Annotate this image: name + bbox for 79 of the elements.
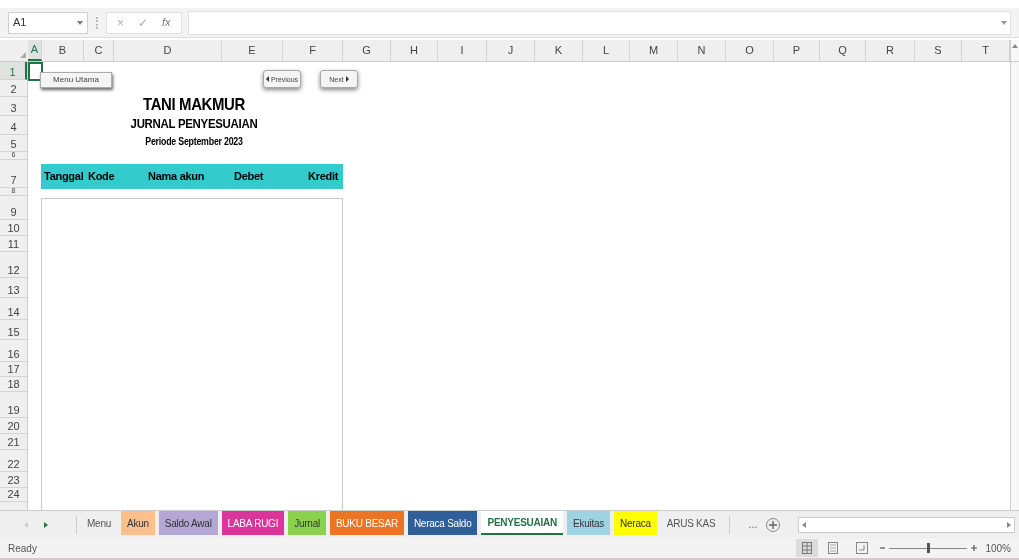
sheet-tab[interactable]: Akun <box>121 511 155 535</box>
insert-function-button[interactable]: fx <box>162 14 171 31</box>
row-header[interactable]: 5 <box>0 135 27 152</box>
row-header[interactable]: 16 <box>0 340 27 362</box>
column-header[interactable]: B <box>42 40 84 61</box>
sheet-tab[interactable]: Jurnal <box>288 511 326 535</box>
row-header[interactable]: 20 <box>0 418 27 434</box>
formula-input[interactable] <box>187 10 1011 35</box>
zoom-slider-thumb[interactable] <box>926 543 930 553</box>
sheet-tab[interactable]: ARUS KAS <box>660 511 722 535</box>
scroll-up-button[interactable] <box>1010 40 1019 61</box>
row-header[interactable]: 15 <box>0 320 27 340</box>
row-header[interactable]: 2 <box>0 80 27 97</box>
row-header[interactable]: 1 <box>0 62 27 80</box>
column-heading: Debet <box>234 169 265 185</box>
column-header[interactable]: P <box>774 40 820 61</box>
column-header[interactable]: L <box>583 40 630 61</box>
column-header[interactable]: M <box>630 40 678 61</box>
row-header[interactable]: 13 <box>0 278 27 298</box>
column-header[interactable]: E <box>222 40 283 61</box>
row-header[interactable]: 19 <box>0 392 27 418</box>
row-header[interactable]: 18 <box>0 377 27 392</box>
row-header[interactable]: 10 <box>0 220 27 236</box>
sheet-tab[interactable]: Neraca <box>614 511 657 535</box>
row-header[interactable]: 9 <box>0 196 27 220</box>
column-header[interactable]: S <box>915 40 962 61</box>
vertical-scrollbar[interactable] <box>1010 62 1019 510</box>
dropdown-caret-icon <box>77 20 83 25</box>
expand-caret-icon <box>1001 20 1007 25</box>
column-header[interactable]: H <box>391 40 438 61</box>
row-header[interactable]: 23 <box>0 472 27 488</box>
page-layout-view-icon[interactable] <box>828 542 839 554</box>
column-header[interactable]: R <box>866 40 915 61</box>
row-header[interactable]: 11 <box>0 236 27 252</box>
column-heading: Nama akun <box>147 169 206 185</box>
column-header[interactable]: Q <box>820 40 866 61</box>
row-header[interactable]: 12 <box>0 252 27 278</box>
row-header[interactable]: 24 <box>0 488 27 502</box>
column-heading: Kode <box>87 169 116 185</box>
sheet-tab[interactable]: Saldo Awal <box>158 511 218 535</box>
row-header[interactable]: 4 <box>0 116 27 135</box>
cell-reference: A1 <box>13 15 27 31</box>
row-header[interactable]: 17 <box>0 362 27 377</box>
company-title: TANI MAKMUR <box>142 96 246 113</box>
sheet-tab[interactable]: Menu <box>81 511 117 535</box>
column-header[interactable]: C <box>84 40 114 61</box>
column-heading: Tanggal <box>43 169 85 185</box>
horizontal-scrollbar[interactable] <box>797 516 1015 533</box>
row-header[interactable]: 21 <box>0 434 27 450</box>
sheet-tab[interactable]: PENYESUAIAN <box>481 511 563 535</box>
column-header[interactable]: J <box>487 40 535 61</box>
menu-button[interactable]: Menu Utama <box>40 72 112 88</box>
sheet-tab[interactable]: Ekuitas <box>567 511 611 535</box>
page-break-view-icon[interactable] <box>856 542 869 554</box>
zoom-in-icon[interactable] <box>971 545 978 551</box>
column-header[interactable]: O <box>726 40 774 61</box>
row-header[interactable]: 22 <box>0 450 27 472</box>
next-sheet-arrow-icon[interactable] <box>44 521 48 528</box>
column-header[interactable]: G <box>343 40 391 61</box>
column-heading: Kredit <box>307 169 340 185</box>
row-header[interactable]: 3 <box>0 97 27 116</box>
sheet-tab[interactable]: LABA RUGI <box>221 511 285 535</box>
normal-view-icon[interactable] <box>796 539 819 557</box>
zoom-slider[interactable] <box>889 543 968 553</box>
zoom-level: 100% <box>985 541 1011 556</box>
row-header[interactable]: 14 <box>0 298 27 320</box>
column-header[interactable]: F <box>283 40 343 61</box>
column-header[interactable]: D <box>114 40 222 61</box>
column-header[interactable]: A <box>28 40 42 61</box>
row-header[interactable]: 7 <box>0 160 27 188</box>
report-title: JURNAL PENYESUAIAN <box>129 117 259 130</box>
name-box[interactable]: A1 <box>8 11 88 34</box>
column-header[interactable]: I <box>438 40 487 61</box>
status-text: Ready <box>8 541 37 556</box>
sheet-tab[interactable]: Neraca Saldo <box>407 511 478 535</box>
column-header[interactable]: N <box>678 40 726 61</box>
more-sheets-button[interactable]: ... <box>748 516 758 533</box>
column-header[interactable]: K <box>535 40 583 61</box>
period-text: Periode September 2023 <box>144 137 244 147</box>
